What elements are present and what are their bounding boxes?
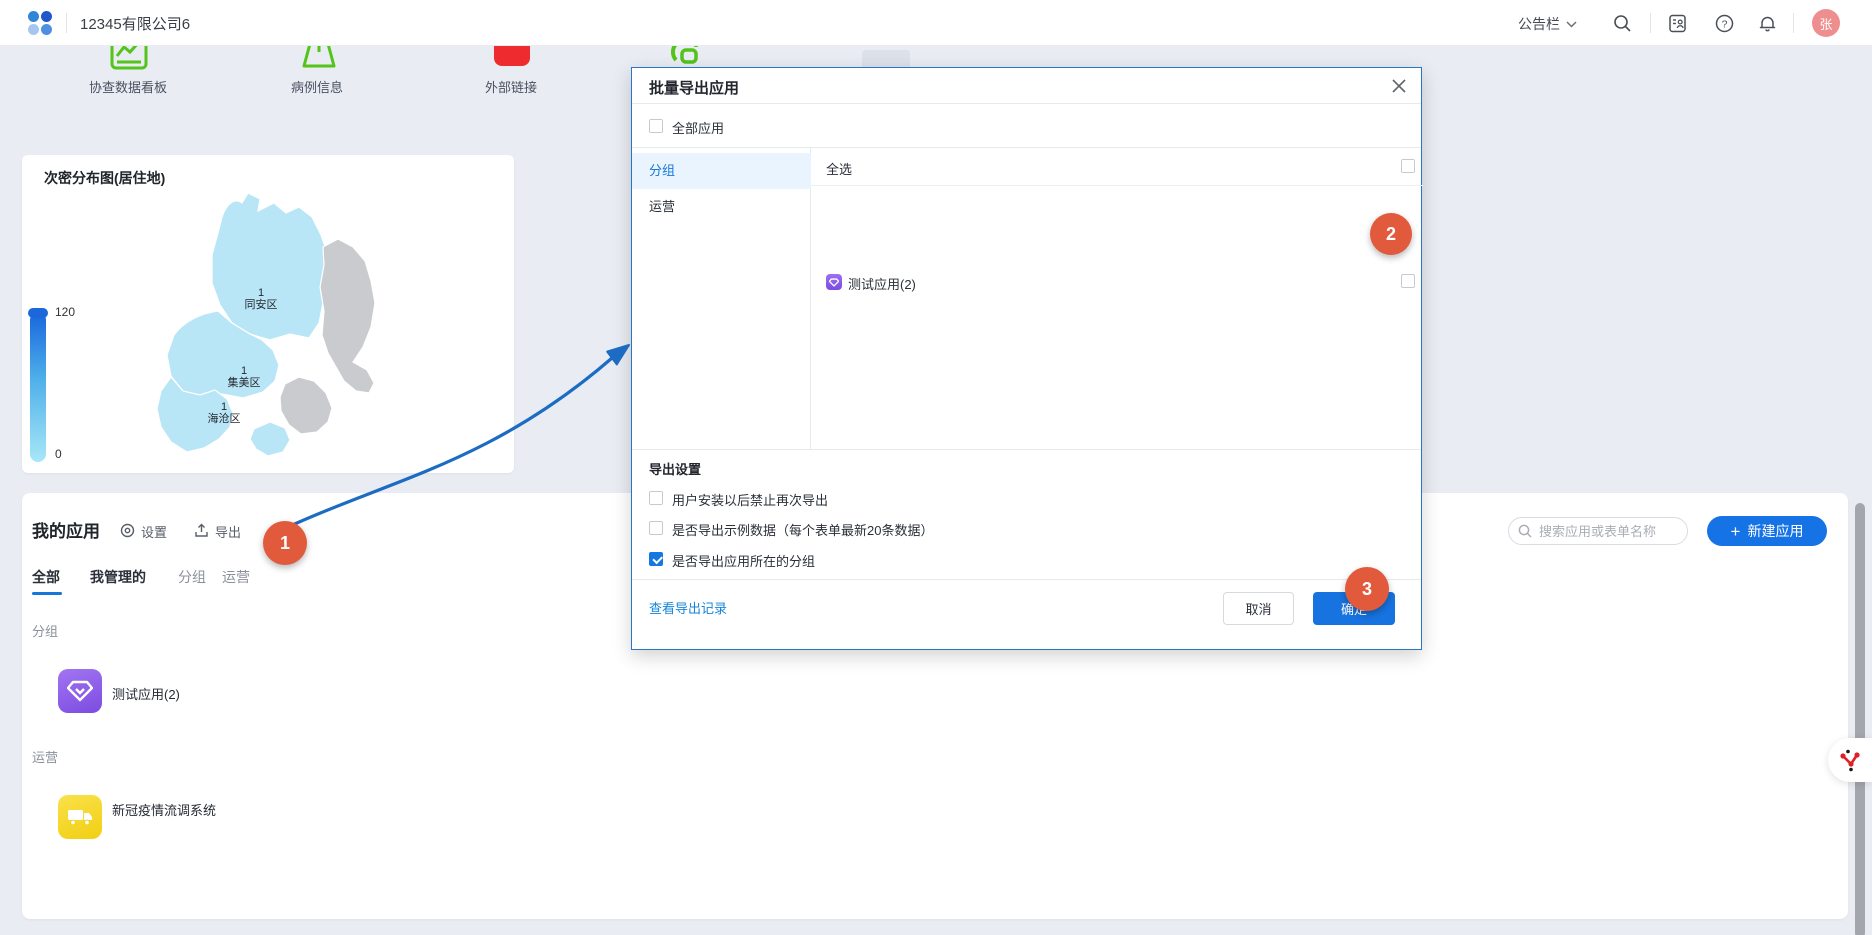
shortcut-label[interactable]: 协查数据看板 bbox=[89, 77, 167, 96]
settings-label: 设置 bbox=[141, 522, 167, 541]
page-root: 协查数据看板 病例信息 外部链接 次密分布图(居住地) bbox=[0, 0, 1872, 935]
district-map: 1 同安区 1 集美区 1 海沧区 bbox=[22, 155, 514, 473]
map-color-scale[interactable] bbox=[30, 312, 46, 462]
annotation-marker-2: 2 bbox=[1370, 213, 1412, 255]
scrollbar-thumb[interactable] bbox=[1855, 503, 1865, 935]
modal-option-label: 用户安装以后禁止再次导出 bbox=[672, 490, 828, 509]
announcement-dropdown[interactable]: 公告栏 bbox=[1518, 14, 1577, 34]
plus-icon: + bbox=[1731, 523, 1741, 540]
close-icon[interactable] bbox=[1391, 78, 1407, 94]
svg-text:?: ? bbox=[1721, 18, 1727, 30]
tab-operation[interactable]: 运营 bbox=[222, 567, 250, 587]
map-value: 1 bbox=[221, 401, 227, 413]
modal-group-panel: 分组 运营 bbox=[632, 148, 811, 449]
search-input[interactable] bbox=[1508, 517, 1688, 545]
help-icon[interactable]: ? bbox=[1713, 12, 1735, 34]
active-tab-underline bbox=[32, 592, 62, 595]
modal-option-checkbox-0[interactable] bbox=[649, 491, 663, 505]
new-app-label: 新建应用 bbox=[1747, 521, 1803, 541]
modal-group-tab-yunying[interactable]: 运营 bbox=[632, 189, 811, 225]
divider bbox=[1793, 13, 1794, 33]
search-icon bbox=[1518, 524, 1532, 538]
map-scale-min: 0 bbox=[55, 447, 62, 461]
export-settings-title: 导出设置 bbox=[649, 459, 701, 478]
network-widget-button[interactable] bbox=[1828, 738, 1872, 782]
app-logo[interactable] bbox=[28, 11, 52, 35]
group-label: 运营 bbox=[32, 747, 58, 766]
chevron-down-icon bbox=[1566, 21, 1577, 28]
network-graph-icon bbox=[1838, 748, 1862, 772]
all-apps-row: 全部应用 bbox=[632, 104, 1421, 148]
export-icon bbox=[194, 523, 209, 541]
modal-header: 批量导出应用 bbox=[632, 68, 1421, 104]
divider bbox=[1650, 13, 1651, 33]
annotation-marker-3: 3 bbox=[1345, 567, 1389, 611]
view-export-records-link[interactable]: 查看导出记录 bbox=[649, 598, 727, 617]
top-navbar: 12345有限公司6 公告栏 bbox=[0, 0, 1872, 46]
purple-gem-app-icon-small bbox=[826, 274, 842, 290]
app-name[interactable]: 新冠疫情流调系统 bbox=[112, 801, 216, 821]
map-region-label: 海沧区 bbox=[208, 411, 241, 425]
modal-app-checkbox[interactable] bbox=[1401, 274, 1415, 288]
user-avatar[interactable]: 张 bbox=[1812, 9, 1840, 37]
settings-button[interactable]: 设置 bbox=[120, 522, 167, 541]
all-apps-checkbox[interactable] bbox=[649, 119, 663, 133]
group-label: 分组 bbox=[32, 621, 58, 640]
company-name: 12345有限公司6 bbox=[80, 13, 190, 34]
all-apps-label: 全部应用 bbox=[672, 118, 724, 137]
yellow-truck-app-icon[interactable] bbox=[58, 795, 102, 839]
tab-managed[interactable]: 我管理的 bbox=[90, 567, 146, 587]
modal-group-tab-fenzu[interactable]: 分组 bbox=[632, 153, 811, 189]
annotation-marker-1: 1 bbox=[263, 521, 307, 565]
map-value: 1 bbox=[258, 287, 264, 299]
modal-option-checkbox-2[interactable] bbox=[649, 552, 663, 566]
modal-option-label: 是否导出示例数据（每个表单最新20条数据） bbox=[672, 520, 933, 539]
my-apps-title: 我的应用 bbox=[32, 517, 100, 542]
modal-app-panel: 全选 测试应用(2) bbox=[811, 148, 1423, 449]
tab-group[interactable]: 分组 bbox=[178, 567, 206, 587]
modal-title: 批量导出应用 bbox=[649, 77, 739, 98]
map-value: 1 bbox=[241, 365, 247, 377]
contacts-book-icon[interactable] bbox=[1666, 12, 1688, 34]
purple-gem-app-icon[interactable] bbox=[58, 669, 102, 713]
export-button[interactable]: 导出 bbox=[194, 522, 241, 541]
cancel-button[interactable]: 取消 bbox=[1223, 592, 1294, 625]
tab-all[interactable]: 全部 bbox=[32, 567, 60, 587]
batch-export-modal: 批量导出应用 全部应用 分组 运营 全选 bbox=[631, 67, 1422, 650]
map-card: 次密分布图(居住地) 1 同安区 1 集美区 1 海沧区 120 0 bbox=[22, 155, 514, 473]
map-region-label: 同安区 bbox=[245, 297, 278, 311]
app-name[interactable]: 测试应用(2) bbox=[112, 685, 216, 705]
app-search bbox=[1508, 517, 1688, 545]
search-icon[interactable] bbox=[1611, 12, 1633, 34]
bell-icon[interactable] bbox=[1756, 12, 1778, 34]
map-color-scale-handle[interactable] bbox=[28, 308, 48, 318]
new-app-button[interactable]: + 新建应用 bbox=[1707, 516, 1827, 546]
modal-option-checkbox-1[interactable] bbox=[649, 521, 663, 535]
shortcut-label[interactable]: 外部链接 bbox=[485, 77, 537, 96]
modal-option-label: 是否导出应用所在的分组 bbox=[672, 551, 815, 570]
gear-icon bbox=[120, 523, 135, 541]
export-label: 导出 bbox=[215, 522, 241, 541]
map-scale-max: 120 bbox=[55, 305, 75, 319]
divider bbox=[66, 13, 67, 33]
select-all-row: 全选 bbox=[811, 148, 1423, 186]
select-all-label: 全选 bbox=[826, 159, 852, 178]
modal-app-name: 测试应用(2) bbox=[848, 274, 916, 293]
divider bbox=[632, 449, 1421, 450]
announcement-label: 公告栏 bbox=[1518, 14, 1560, 34]
map-region-label: 集美区 bbox=[228, 375, 261, 389]
shortcut-label[interactable]: 病例信息 bbox=[291, 77, 343, 96]
divider bbox=[632, 579, 1421, 580]
select-all-checkbox[interactable] bbox=[1401, 159, 1415, 173]
